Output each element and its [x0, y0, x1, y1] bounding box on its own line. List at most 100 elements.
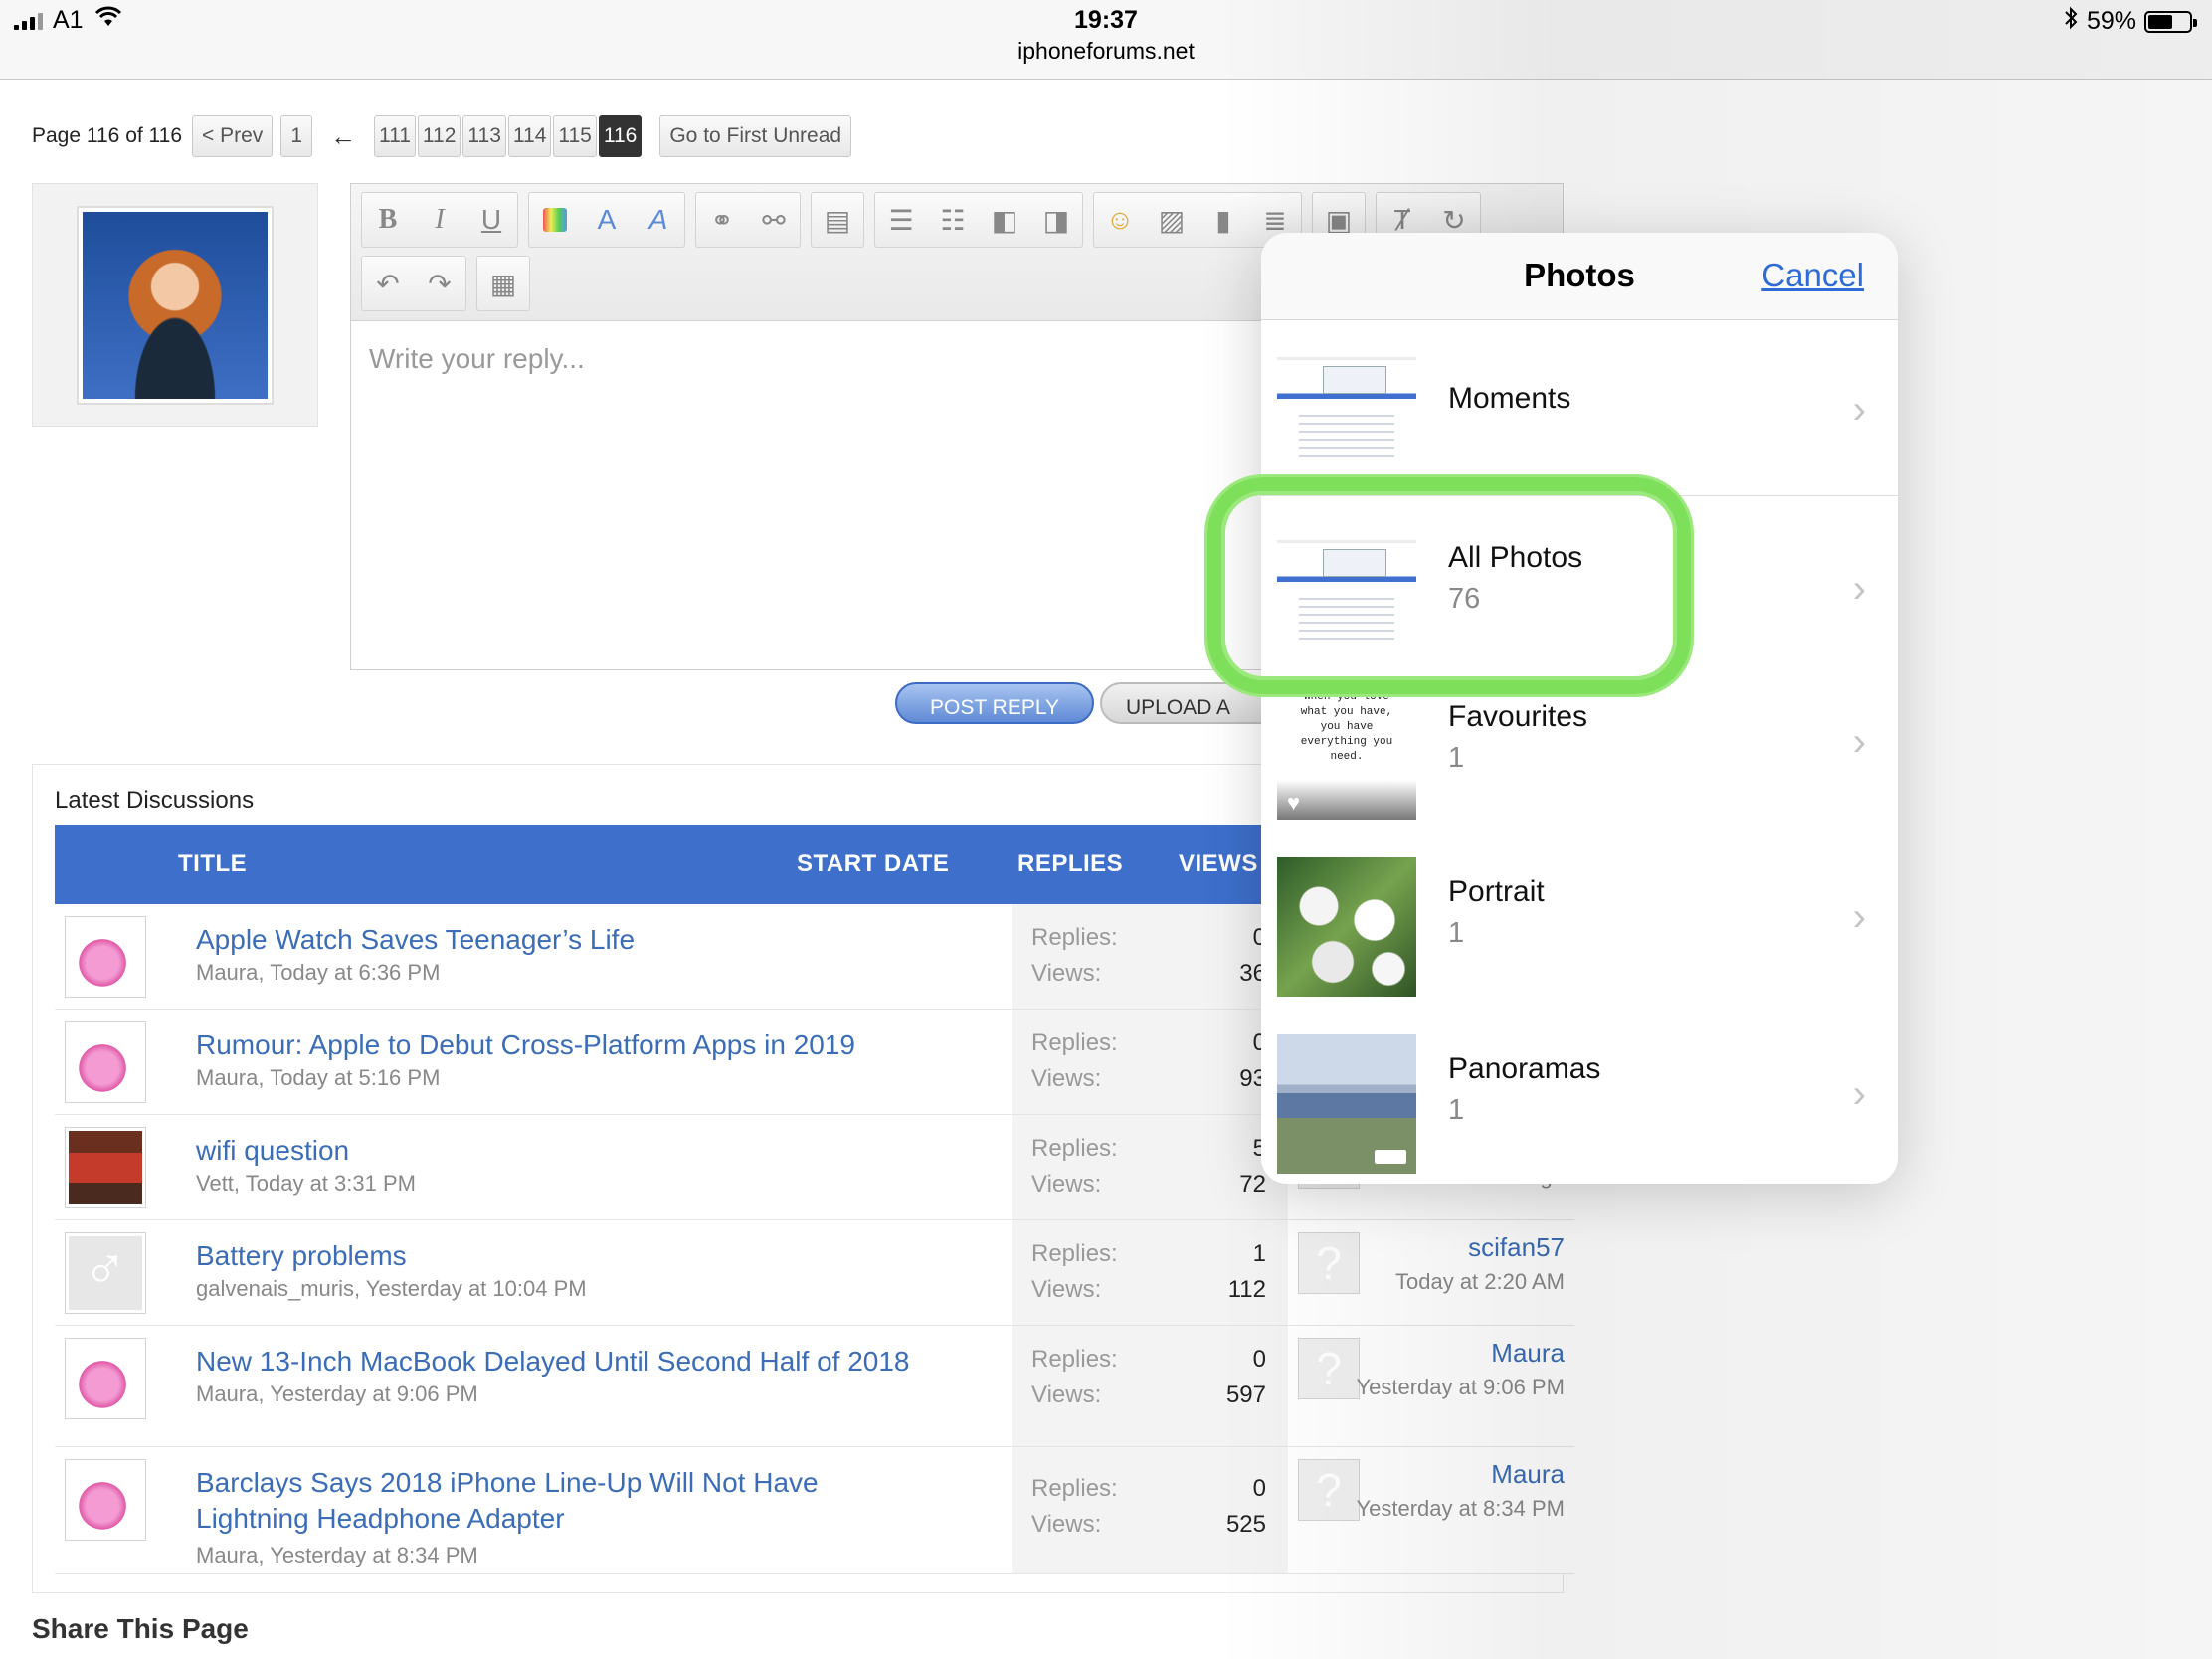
album-moments[interactable]: Moments ›	[1261, 320, 1898, 497]
thread-date: Today at 3:31 PM	[245, 1171, 416, 1196]
replies-label: Replies:	[1031, 1475, 1118, 1502]
text-color-icon[interactable]	[529, 193, 581, 247]
page-115[interactable]: 115	[553, 115, 597, 157]
views-label: Views:	[1031, 1065, 1102, 1092]
thread-meta: Maura, Yesterday at 8:34 PM	[196, 1543, 478, 1567]
italic-button[interactable]: I	[414, 193, 465, 247]
quote-icon[interactable]: ▤	[812, 193, 863, 247]
redo-icon[interactable]: ↷	[414, 257, 465, 310]
table-group: ▦	[476, 256, 530, 311]
smilie-icon[interactable]: ☺	[1094, 193, 1146, 247]
thread-title-link[interactable]: Rumour: Apple to Debut Cross-Platform Ap…	[196, 1027, 932, 1063]
col-replies[interactable]: REPLIES	[1017, 850, 1123, 878]
number-list-icon[interactable]: ☷	[927, 193, 979, 247]
thread-avatar[interactable]	[65, 1338, 146, 1419]
thread-avatar[interactable]	[65, 1021, 146, 1103]
battery-percent: 59%	[2086, 7, 2136, 35]
thread-title-link[interactable]: Battery problems	[196, 1238, 932, 1274]
share-this-page: Share This Page	[32, 1613, 249, 1644]
album-favourites[interactable]: when you love what you have, you have ev…	[1261, 680, 1898, 857]
indent-icon[interactable]: ◨	[1030, 193, 1082, 247]
col-views[interactable]: VIEWS	[1179, 850, 1258, 878]
thread-title-link[interactable]: New 13-Inch MacBook Delayed Until Second…	[196, 1344, 932, 1380]
image-icon[interactable]: ▨	[1146, 193, 1198, 247]
format-group: B I U	[361, 192, 518, 248]
discussion-row[interactable]: New 13-Inch MacBook Delayed Until Second…	[55, 1326, 1574, 1447]
font-face-icon[interactable]: A	[633, 193, 684, 247]
media-icon[interactable]: ▮	[1198, 193, 1249, 247]
replies-count: 1	[1252, 1240, 1266, 1267]
last-post-time: Today at 2:20 AM	[1395, 1269, 1565, 1294]
thread-stats: Replies: 5 Views: 72	[1012, 1115, 1288, 1219]
thread-title-link[interactable]: Barclays Says 2018 iPhone Line-Up Will N…	[196, 1465, 932, 1537]
views-count: 112	[1227, 1276, 1266, 1303]
cancel-button[interactable]: Cancel	[1761, 257, 1864, 294]
reply-textarea[interactable]: Write your reply...	[369, 343, 585, 375]
replies-count: 0	[1252, 1346, 1266, 1373]
first-page-button[interactable]: 1	[280, 115, 312, 157]
undo-icon[interactable]: ↶	[362, 257, 414, 310]
bold-button[interactable]: B	[362, 193, 414, 247]
first-unread-button[interactable]: Go to First Unread	[659, 115, 852, 157]
unlink-icon[interactable]: ⚯	[748, 193, 800, 247]
thread-author[interactable]: Maura	[196, 1382, 258, 1406]
views-count: 597	[1225, 1382, 1266, 1408]
discussion-row[interactable]: Barclays Says 2018 iPhone Line-Up Will N…	[55, 1447, 1574, 1574]
album-name: Portrait	[1448, 875, 1545, 908]
replies-label: Replies:	[1031, 1135, 1118, 1162]
replies-label: Replies:	[1031, 1346, 1118, 1373]
chevron-right-icon: ›	[1852, 895, 1866, 939]
outdent-icon[interactable]: ◧	[979, 193, 1030, 247]
last-post-time: Yesterday at 9:06 PM	[1356, 1375, 1565, 1399]
photos-picker: Photos Cancel Moments › All Photos 76 › …	[1261, 233, 1898, 1184]
panorama-icon	[1375, 1150, 1406, 1164]
page-114[interactable]: 114	[507, 115, 552, 157]
album-panoramas[interactable]: Panoramas 1 ›	[1261, 1022, 1898, 1184]
replies-label: Replies:	[1031, 1029, 1118, 1056]
col-title[interactable]: TITLE	[178, 850, 247, 878]
link-icon[interactable]: ⚭	[696, 193, 748, 247]
thread-avatar[interactable]	[65, 1232, 146, 1314]
thread-meta: Maura, Today at 6:36 PM	[196, 960, 441, 985]
thread-avatar[interactable]	[65, 1459, 146, 1541]
discussion-row[interactable]: Battery problemsgalvenais_muris, Yesterd…	[55, 1220, 1574, 1326]
link-group: ⚭ ⚯	[695, 192, 801, 248]
thread-title-link[interactable]: wifi question	[196, 1133, 932, 1169]
prev-page-button[interactable]: < Prev	[192, 115, 274, 157]
avatar	[77, 206, 274, 405]
quote-image-text: when you love what you have, you have ev…	[1300, 691, 1393, 763]
col-start-date[interactable]: START DATE	[797, 850, 949, 878]
thread-avatar[interactable]	[65, 1127, 146, 1208]
album-name: Favourites	[1448, 700, 1588, 733]
album-thumbnail	[1277, 857, 1416, 997]
font-size-icon[interactable]: A	[581, 193, 633, 247]
thread-date: Today at 5:16 PM	[270, 1065, 441, 1090]
thread-author[interactable]: Maura	[196, 1543, 258, 1567]
thread-avatar[interactable]	[65, 916, 146, 998]
last-poster-name[interactable]: Maura	[1491, 1338, 1565, 1369]
thread-author[interactable]: galvenais_muris	[196, 1276, 354, 1301]
table-icon[interactable]: ▦	[477, 257, 529, 310]
last-poster-name[interactable]: Maura	[1491, 1459, 1565, 1490]
post-reply-button[interactable]: POST REPLY	[895, 682, 1094, 724]
page-111[interactable]: 111	[374, 115, 416, 157]
page-113[interactable]: 113	[462, 115, 506, 157]
thread-author[interactable]: Maura	[196, 960, 258, 985]
thread-author[interactable]: Maura	[196, 1065, 258, 1090]
views-count: 525	[1225, 1511, 1266, 1538]
thread-title-link[interactable]: Apple Watch Saves Teenager’s Life	[196, 922, 932, 958]
last-poster-name[interactable]: scifan57	[1468, 1232, 1565, 1263]
chevron-right-icon: ›	[1852, 720, 1866, 764]
views-label: Views:	[1031, 960, 1102, 987]
album-portrait[interactable]: Portrait 1 ›	[1261, 845, 1898, 1022]
page-116-current[interactable]: 116	[598, 115, 643, 157]
address-url[interactable]: iphoneforums.net	[0, 38, 2212, 65]
bullet-list-icon[interactable]: ☰	[875, 193, 927, 247]
underline-button[interactable]: U	[465, 193, 517, 247]
album-name: Panoramas	[1448, 1052, 1601, 1085]
album-thumbnail	[1277, 1034, 1416, 1174]
album-count: 1	[1448, 917, 1465, 949]
thread-author[interactable]: Vett	[196, 1171, 234, 1196]
thread-date: Yesterday at 9:06 PM	[270, 1382, 478, 1406]
page-112[interactable]: 112	[417, 115, 461, 157]
